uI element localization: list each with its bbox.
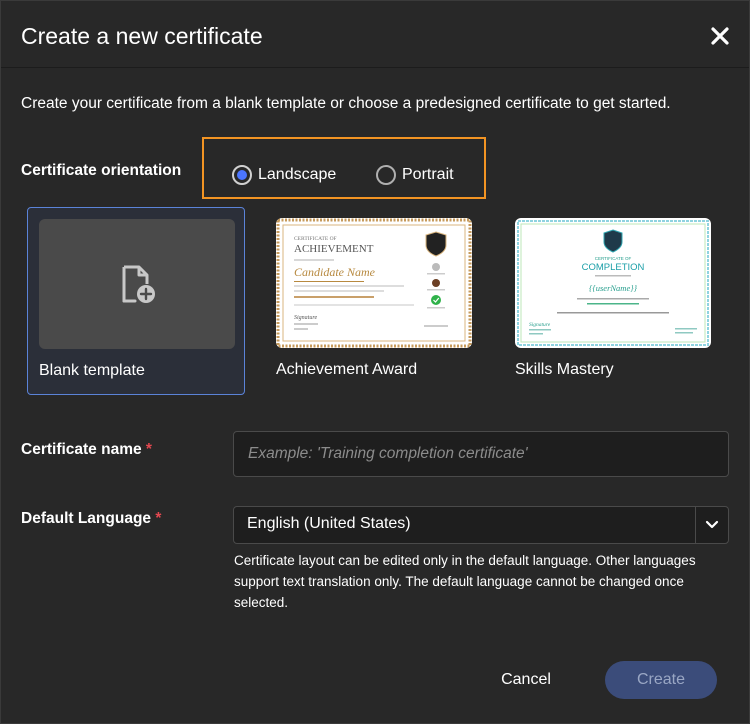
certificate-name-label: Certificate name * xyxy=(21,441,152,459)
radio-selected-icon xyxy=(232,165,252,185)
skills-certificate-thumbnail: CERTIFICATE OF COMPLETION {{userName}} S… xyxy=(515,218,711,348)
orientation-label: Certificate orientation xyxy=(21,162,182,179)
close-button[interactable] xyxy=(709,25,731,47)
create-button[interactable]: Create xyxy=(605,661,717,699)
cert2-signature: Signature xyxy=(529,322,551,328)
template-label-blank: Blank template xyxy=(39,362,145,379)
achievement-certificate-thumbnail: CERTIFICATE OF ACHIEVEMENT Candidate Nam… xyxy=(276,218,472,348)
cert-signature: Signature xyxy=(294,315,317,321)
cert-heading-small: CERTIFICATE OF xyxy=(294,236,337,242)
cert2-name: {{userName}} xyxy=(589,283,638,293)
blank-template-thumbnail xyxy=(39,219,235,349)
cert-name: Candidate Name xyxy=(294,265,376,279)
radio-landscape-label: Landscape xyxy=(258,166,337,183)
required-indicator: * xyxy=(145,441,152,458)
template-card-achievement[interactable]: CERTIFICATE OF ACHIEVEMENT Candidate Nam… xyxy=(265,207,483,395)
default-language-value: English (United States) xyxy=(247,515,411,532)
orientation-radio-group: Landscape Portrait xyxy=(202,137,486,199)
header-divider xyxy=(1,67,749,68)
default-language-label-text: Default Language xyxy=(21,510,152,527)
language-helper-text: Certificate layout can be edited only in… xyxy=(234,553,696,610)
create-certificate-dialog: Create a new certificate Create your cer… xyxy=(0,0,750,724)
radio-portrait[interactable]: Portrait xyxy=(376,163,454,187)
close-icon xyxy=(711,27,729,45)
add-file-icon xyxy=(122,265,155,303)
certificate-name-label-text: Certificate name xyxy=(21,441,142,458)
certificate-name-input[interactable] xyxy=(233,431,729,477)
cert-heading: ACHIEVEMENT xyxy=(294,243,374,255)
dropdown-toggle[interactable] xyxy=(695,507,728,543)
required-indicator: * xyxy=(155,510,162,527)
default-language-label: Default Language * xyxy=(21,510,161,528)
cancel-button[interactable]: Cancel xyxy=(481,661,571,699)
template-card-skills[interactable]: CERTIFICATE OF COMPLETION {{userName}} S… xyxy=(504,207,722,395)
cert2-heading: COMPLETION xyxy=(582,262,645,273)
radio-portrait-label: Portrait xyxy=(402,166,454,183)
chevron-down-icon xyxy=(705,520,719,529)
template-label-skills: Skills Mastery xyxy=(515,361,614,378)
radio-unselected-icon xyxy=(376,165,396,185)
dialog-title: Create a new certificate xyxy=(21,23,263,49)
template-label-achievement: Achievement Award xyxy=(276,361,418,378)
default-language-select[interactable]: English (United States) xyxy=(233,506,729,544)
cert2-heading-small: CERTIFICATE OF xyxy=(595,256,632,261)
intro-text: Create your certificate from a blank tem… xyxy=(21,95,671,112)
radio-landscape[interactable]: Landscape xyxy=(232,163,336,187)
template-card-blank[interactable]: Blank template xyxy=(27,207,245,395)
